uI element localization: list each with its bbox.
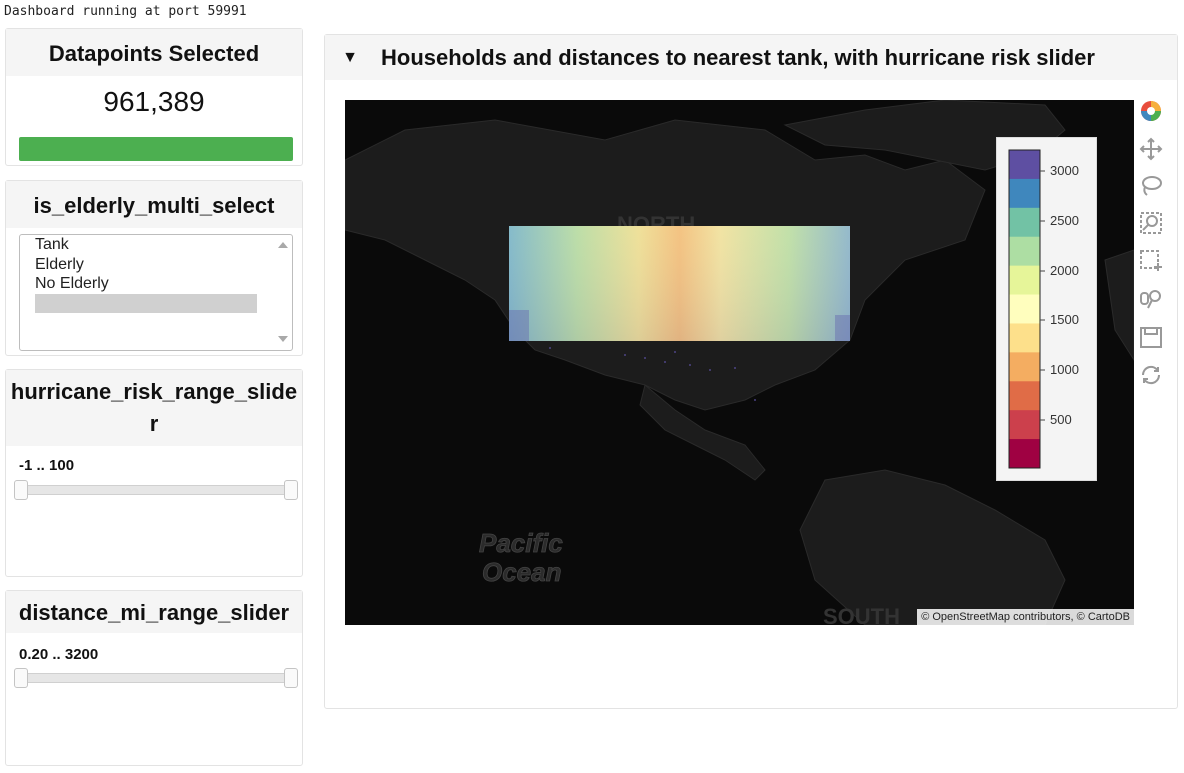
colorbar-swatch: [1009, 265, 1040, 296]
bokeh-logo-icon[interactable]: [1138, 98, 1164, 124]
select-scrollbar[interactable]: [274, 235, 292, 350]
ocean-label-1: Pacific: [479, 528, 563, 558]
distance-slider-value: 0.20 .. 3200: [19, 646, 99, 663]
ocean-label-2: Ocean: [482, 557, 562, 587]
wheel-zoom-icon[interactable]: [1138, 286, 1164, 312]
colorbar-tick-2500: 2500: [1050, 213, 1079, 228]
progress-fill: [19, 137, 293, 161]
hurricane-slider-low-handle[interactable]: [14, 480, 28, 500]
datapoints-progress-bar: [19, 137, 293, 161]
distance-slider-title: distance_mi_range_slider: [6, 591, 302, 633]
datapoints-title: Datapoints Selected: [6, 29, 302, 76]
option-tank[interactable]: Tank: [20, 235, 292, 255]
map-attribution: © OpenStreetMap contributors, © CartoDB: [917, 609, 1134, 625]
box-select-icon[interactable]: [1138, 248, 1164, 274]
hurricane-slider-card: hurricane_risk_range_slider -1 .. 100: [5, 369, 303, 577]
hurricane-slider-track[interactable]: [14, 480, 298, 500]
colorbar-tick-3000: 3000: [1050, 163, 1079, 178]
colorbar-swatch: [1009, 150, 1040, 180]
plot-card: ▼ Households and distances to nearest ta…: [324, 34, 1178, 709]
elderly-select-title: is_elderly_multi_select: [6, 181, 302, 228]
save-icon[interactable]: [1138, 324, 1164, 350]
datapoints-card: Datapoints Selected 961,389: [5, 28, 303, 166]
pan-icon[interactable]: [1138, 136, 1164, 162]
lasso-select-icon[interactable]: [1138, 173, 1164, 199]
household-heatmap: [509, 226, 850, 341]
colorbar-swatch: [1009, 236, 1040, 267]
elderly-multi-select[interactable]: Tank Elderly No Elderly: [19, 234, 293, 351]
status-line: Dashboard running at port 59991: [4, 4, 247, 19]
collapse-arrow-icon[interactable]: ▼: [325, 49, 375, 67]
colorbar-swatch: [1009, 352, 1040, 382]
option-empty-selected[interactable]: [35, 293, 257, 313]
hurricane-slider-title: hurricane_risk_range_slider: [6, 370, 302, 446]
colorbar-swatch: [1009, 323, 1040, 353]
option-elderly[interactable]: Elderly: [20, 255, 292, 275]
option-no-elderly[interactable]: No Elderly: [20, 274, 292, 294]
datapoints-count: 961,389: [103, 86, 205, 117]
scroll-down-icon[interactable]: [278, 336, 288, 342]
elderly-select-card: is_elderly_multi_select Tank Elderly No …: [5, 180, 303, 356]
map-plot[interactable]: NORTH SOUTH Pacific Ocean © OpenStreetMa…: [345, 100, 1134, 625]
distance-slider-card: distance_mi_range_slider 0.20 .. 3200: [5, 590, 303, 766]
scroll-up-icon[interactable]: [278, 242, 288, 248]
south-label: SOUTH: [823, 604, 900, 625]
plot-header[interactable]: ▼ Households and distances to nearest ta…: [325, 35, 1177, 80]
colorbar-swatch: [1009, 439, 1040, 469]
plot-title: Households and distances to nearest tank…: [381, 44, 1095, 70]
hurricane-slider-high-handle[interactable]: [284, 480, 298, 500]
colorbar-tick-1000: 1000: [1050, 362, 1079, 377]
distance-slider-low-handle[interactable]: [14, 668, 28, 688]
reset-icon[interactable]: [1138, 362, 1164, 388]
colorbar-swatch: [1009, 381, 1040, 411]
distance-slider-track[interactable]: [14, 668, 298, 688]
distance-slider-high-handle[interactable]: [284, 668, 298, 688]
colorbar-svg: [1008, 149, 1045, 469]
colorbar-swatch: [1009, 178, 1040, 209]
colorbar-tick-2000: 2000: [1050, 263, 1079, 278]
colorbar-swatch: [1009, 294, 1040, 324]
colorbar-tick-500: 500: [1050, 412, 1072, 427]
colorbar-swatch: [1009, 207, 1040, 238]
hurricane-slider-value: -1 .. 100: [19, 457, 75, 474]
colorbar-swatch: [1009, 410, 1040, 440]
colorbar-tick-1500: 1500: [1050, 312, 1079, 327]
colorbar-legend: 3000 2500 2000 1500 1000 500: [996, 137, 1097, 481]
box-zoom-icon[interactable]: [1138, 210, 1164, 236]
